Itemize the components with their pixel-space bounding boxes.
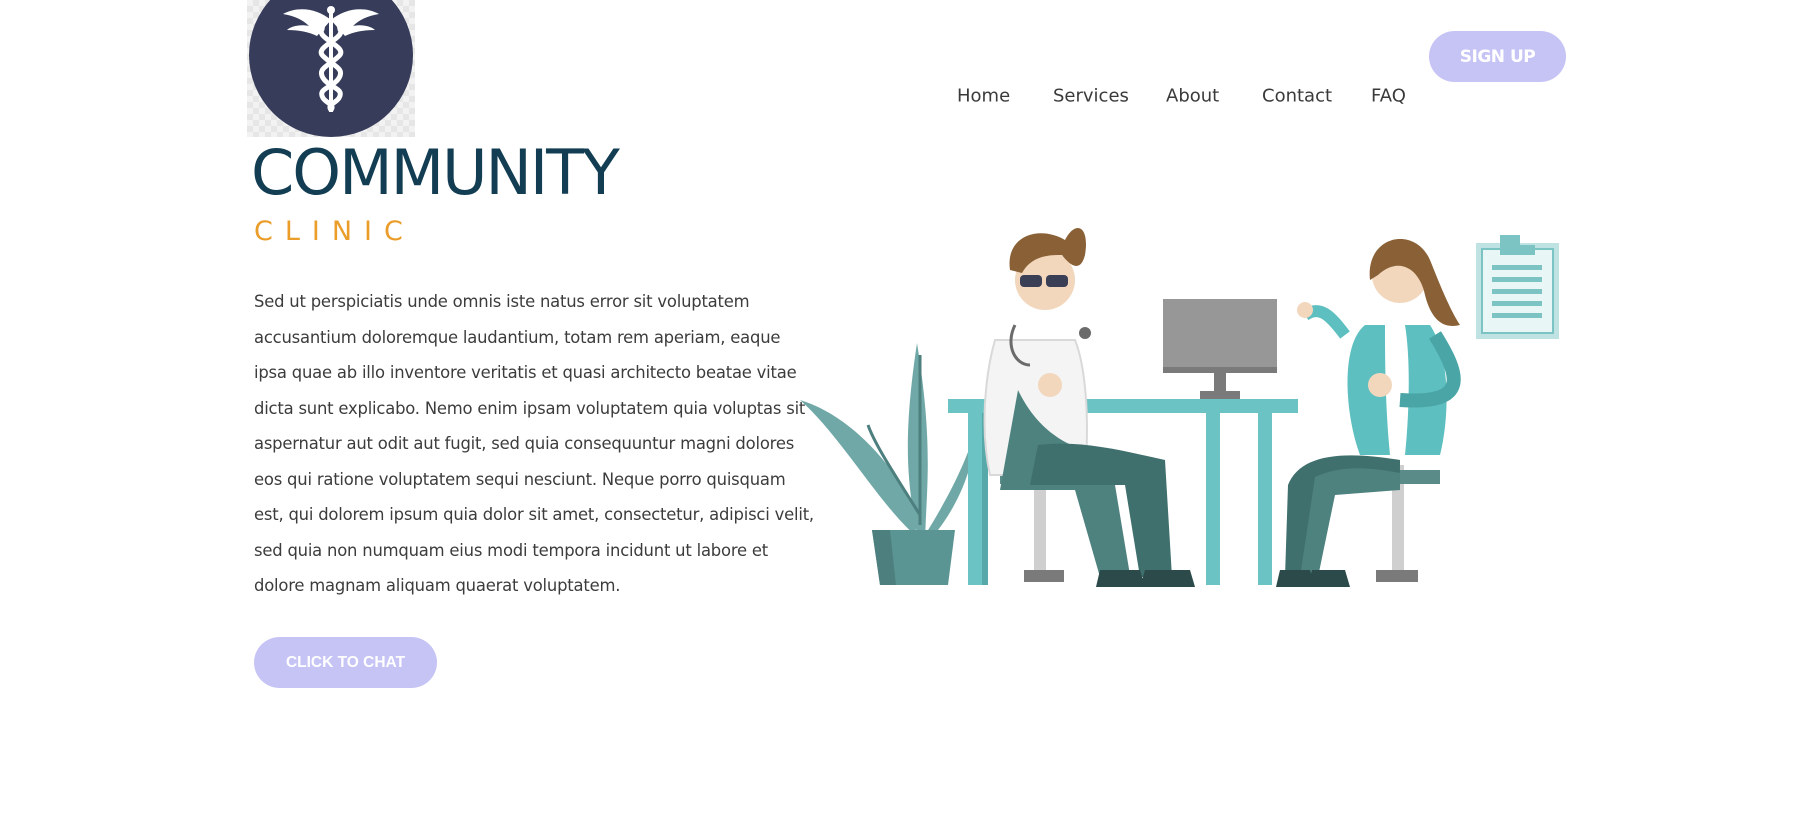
- nav-services[interactable]: Services: [1053, 86, 1129, 107]
- nav-about[interactable]: About: [1166, 86, 1219, 107]
- nav-home[interactable]: Home: [957, 86, 1010, 107]
- click-to-chat-button[interactable]: CLICK TO CHAT: [254, 637, 437, 688]
- caduceus-icon: [249, 0, 413, 137]
- page-title: COMMUNITY: [251, 136, 620, 209]
- nav-faq[interactable]: FAQ: [1371, 86, 1406, 107]
- logo[interactable]: [247, 0, 415, 137]
- hero-description: Sed ut perspiciatis unde omnis iste natu…: [254, 292, 814, 595]
- plant-icon: [800, 343, 978, 585]
- page-subtitle: CLINIC: [254, 216, 415, 247]
- patient-figure: [1276, 238, 1461, 587]
- sign-up-button[interactable]: SIGN UP: [1429, 31, 1566, 82]
- nav-contact[interactable]: Contact: [1262, 86, 1332, 107]
- clipboard-icon: [1476, 235, 1559, 339]
- doctor-patient-illustration: [800, 228, 1559, 587]
- monitor-icon: [1163, 299, 1277, 399]
